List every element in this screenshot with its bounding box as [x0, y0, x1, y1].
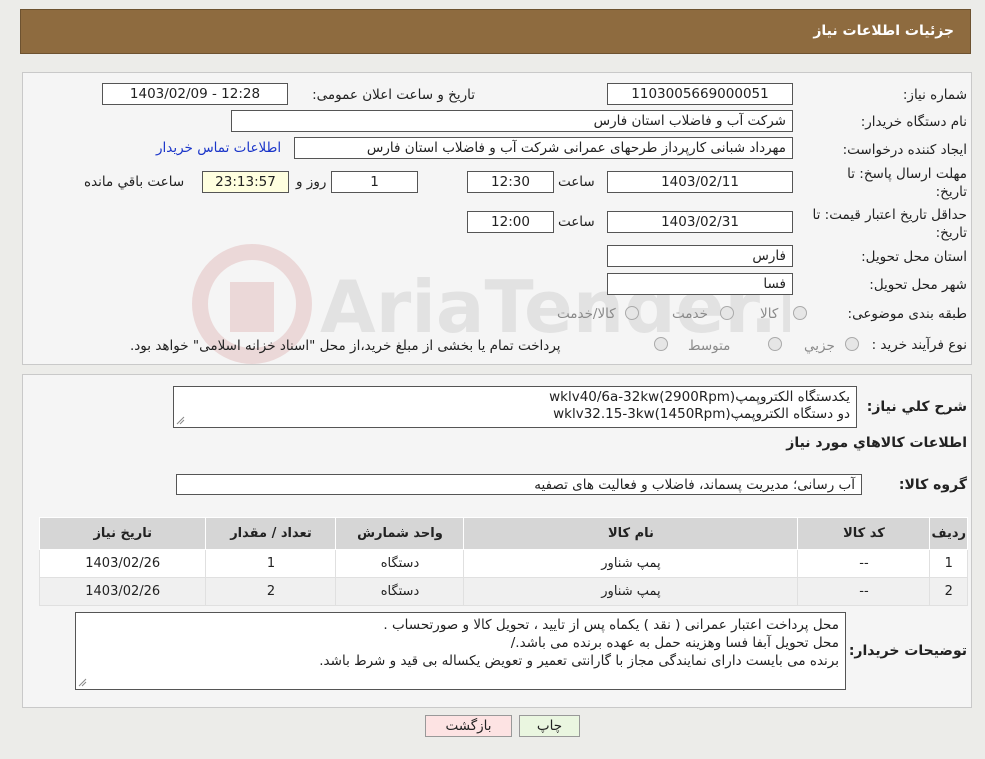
city-field: فسا [607, 273, 793, 295]
cell-item-code: -- [797, 549, 931, 578]
city-label: شهر محل تحویل: [869, 277, 967, 293]
cell-row-number: 1 [929, 549, 968, 578]
announce-field: 1403/02/09 - 12:28 [102, 83, 288, 105]
process-medium-radio[interactable] [768, 337, 782, 351]
process-small-label: جزيي [804, 338, 835, 354]
cell-item-name: پمپ شناور [463, 577, 799, 606]
remaining-label: ساعت باقي مانده [84, 174, 185, 190]
province-field: فارس [607, 245, 793, 267]
creator-field: مهرداد شبانی کارپرداز طرحهای عمرانی شرکت… [294, 137, 793, 159]
buyer-org-label: نام دستگاه خریدار: [860, 114, 967, 130]
days-field: 1 [331, 171, 418, 193]
announce-label: تاریخ و ساعت اعلان عمومی: [312, 87, 475, 103]
category-goods-service-label: کالا/خدمت [557, 306, 616, 322]
validity-date-field: 1403/02/31 [607, 211, 793, 233]
treasury-checkbox[interactable] [654, 337, 668, 351]
description-line-1: یکدستگاه الکتروپمپ(wklv40/6a-32kw(2900Rp… [549, 389, 850, 405]
goods-table: رديف کد کالا نام کالا واحد شمارش تعداد /… [38, 517, 968, 606]
goods-section-title: اطلاعات کالاهاي مورد نياز [786, 435, 967, 451]
buyer-notes-line-1: محل پرداخت اعتبار عمرانی ( نقد ) یکماه پ… [383, 617, 839, 633]
process-small-radio[interactable] [845, 337, 859, 351]
goods-group-label: گروه کالا: [898, 477, 967, 493]
buyer-notes-label: توضیحات خریدار: [848, 643, 967, 659]
cell-unit: دستگاه [335, 577, 465, 606]
cell-row-number: 2 [929, 577, 968, 606]
category-goods-label: کالا [760, 306, 779, 322]
col-row-number: رديف [929, 517, 968, 550]
cell-item-name: پمپ شناور [463, 549, 799, 578]
validity-label: حداقل تاریخ اعتبار قیمت: تا [812, 207, 967, 223]
buyer-notes-line-2: محل تحویل آبفا فسا وهزینه حمل به عهده بر… [510, 635, 839, 651]
category-goods-service-radio[interactable] [625, 306, 639, 320]
creator-label: ایجاد کننده درخواست: [842, 142, 967, 158]
table-header-row: رديف کد کالا نام کالا واحد شمارش تعداد /… [38, 517, 968, 550]
deadline-label: مهلت ارسال پاسخ: تا [847, 166, 967, 182]
description-label: شرح کلي نياز: [866, 399, 967, 415]
process-label: نوع فرآیند خرید : [871, 337, 967, 353]
process-medium-label: متوسط [688, 338, 731, 354]
province-label: استان محل تحویل: [861, 249, 967, 265]
buyer-contact-link[interactable]: اطلاعات تماس خریدار [156, 140, 281, 156]
need-number-field: 1103005669000051 [607, 83, 793, 105]
category-service-radio[interactable] [720, 306, 734, 320]
need-number-label: شماره نیاز: [902, 87, 967, 103]
table-row: 2 -- پمپ شناور دستگاه 2 1403/02/26 [38, 577, 968, 606]
cell-quantity: 1 [205, 549, 337, 578]
category-label: طبقه بندی موضوعی: [847, 306, 967, 322]
cell-unit: دستگاه [335, 549, 465, 578]
page-title: جزئیات اطلاعات نیاز [813, 23, 954, 39]
cell-item-code: -- [797, 577, 931, 606]
print-button[interactable]: چاپ [519, 715, 580, 737]
category-goods-radio[interactable] [793, 306, 807, 320]
resize-handle-icon[interactable] [176, 416, 185, 425]
validity-label-date: تاریخ: [935, 225, 967, 241]
deadline-time-field: 12:30 [467, 171, 554, 193]
buyer-org-field: شرکت آب و فاضلاب استان فارس [231, 110, 793, 132]
col-need-date: تاريخ نياز [38, 517, 207, 550]
cell-quantity: 2 [205, 577, 337, 606]
resize-handle-icon[interactable] [78, 678, 87, 687]
deadline-label-date: تاریخ: [935, 184, 967, 200]
description-line-2: دو دستگاه الکتروپمپ(wklv32.15-3kw(1450Rp… [553, 406, 850, 422]
col-item-code: کد کالا [797, 517, 931, 550]
cell-need-date: 1403/02/26 [38, 549, 207, 578]
cell-need-date: 1403/02/26 [38, 577, 207, 606]
table-row: 1 -- پمپ شناور دستگاه 1 1403/02/26 [38, 549, 968, 578]
goods-group-field: آب رسانی؛ مدیریت پسماند، فاضلاب و فعالیت… [176, 474, 862, 495]
category-service-label: خدمت [672, 306, 708, 322]
description-textarea[interactable]: یکدستگاه الکتروپمپ(wklv40/6a-32kw(2900Rp… [173, 386, 857, 428]
page-header: جزئیات اطلاعات نیاز [20, 9, 971, 54]
validity-time-field: 12:00 [467, 211, 554, 233]
back-button[interactable]: بازگشت [425, 715, 512, 737]
validity-time-label: ساعت [558, 214, 595, 230]
buyer-notes-textarea[interactable]: محل پرداخت اعتبار عمرانی ( نقد ) یکماه پ… [75, 612, 846, 690]
col-item-name: نام کالا [463, 517, 799, 550]
deadline-date-field: 1403/02/11 [607, 171, 793, 193]
days-label: روز و [296, 174, 327, 190]
buyer-notes-line-3: برنده می بایست دارای نمایندگی مجاز با گا… [319, 653, 839, 669]
deadline-time-label: ساعت [558, 174, 595, 190]
process-note: پرداخت تمام یا بخشی از مبلغ خرید،از محل … [130, 338, 561, 354]
remaining-time-field: 23:13:57 [202, 171, 289, 193]
col-quantity: تعداد / مقدار [205, 517, 337, 550]
col-unit: واحد شمارش [335, 517, 465, 550]
